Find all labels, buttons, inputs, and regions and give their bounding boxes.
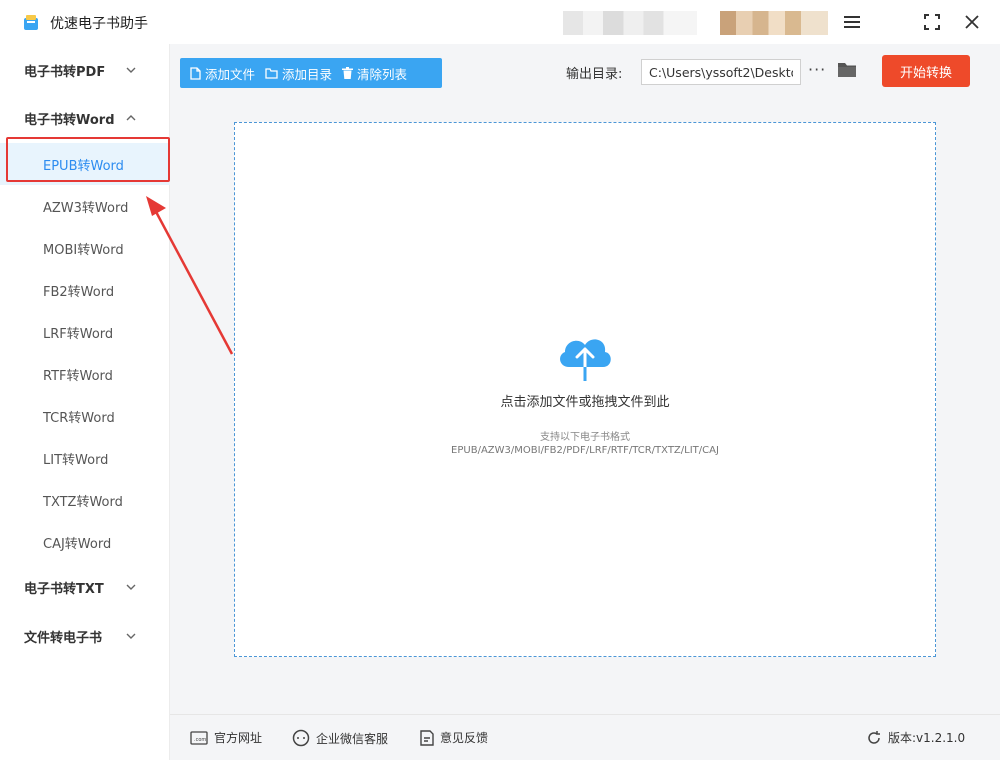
main-panel: 添加文件 添加目录 清除列表 输出目录: ··· 开始转换 点击添加文件或拖拽文… xyxy=(170,44,1000,760)
feedback-link[interactable]: 意见反馈 xyxy=(420,729,488,746)
close-icon[interactable] xyxy=(960,10,984,34)
sidebar-item-fb2-to-word[interactable]: FB2转Word xyxy=(0,269,170,311)
sidebar-item-txtz-to-word[interactable]: TXTZ转Word xyxy=(0,479,170,521)
clear-list-label: 清除列表 xyxy=(357,66,408,82)
sidebar-category-pdf[interactable]: 电子书转PDF xyxy=(0,50,170,90)
blurred-avatar[interactable] xyxy=(720,11,828,35)
chevron-down-icon xyxy=(126,584,136,590)
add-folder-label: 添加目录 xyxy=(282,66,333,82)
dropzone-sub-text: 支持以下电子书格式 xyxy=(540,432,630,443)
sidebar-category-label: 文件转电子书 xyxy=(24,630,103,646)
sidebar-category-file-to-ebook[interactable]: 文件转电子书 xyxy=(0,616,170,656)
refresh-icon xyxy=(868,730,880,744)
blurred-account-info xyxy=(563,11,697,35)
sidebar-item-label: CAJ转Word xyxy=(43,536,112,552)
sidebar-item-lrf-to-word[interactable]: LRF转Word xyxy=(0,311,170,353)
cloud-upload-icon xyxy=(560,339,611,383)
chevron-up-icon xyxy=(126,115,136,121)
sidebar-item-label: MOBI转Word xyxy=(43,242,124,258)
dropzone-formats: EPUB/AZW3/MOBI/FB2/PDF/LRF/RTF/TCR/TXTZ/… xyxy=(451,445,719,456)
sidebar-item-label: TCR转Word xyxy=(43,410,115,426)
more-icon[interactable]: ··· xyxy=(808,60,826,79)
website-label: 官方网址 xyxy=(214,731,263,745)
file-dropzone[interactable]: 点击添加文件或拖拽文件到此 支持以下电子书格式 EPUB/AZW3/MOBI/F… xyxy=(234,122,936,657)
footer: .com 官方网址 企业微信客服 意见反馈 版本:v1.2.1.0 xyxy=(170,714,1000,760)
sidebar-item-tcr-to-word[interactable]: TCR转Word xyxy=(0,395,170,437)
folder-icon[interactable] xyxy=(837,61,857,79)
sidebar-category-label: 电子书转TXT xyxy=(24,581,104,597)
start-convert-button[interactable]: 开始转换 xyxy=(882,55,970,87)
folder-outline-icon xyxy=(265,67,278,79)
dropzone-main-text: 点击添加文件或拖拽文件到此 xyxy=(500,395,670,410)
sidebar-category-word[interactable]: 电子书转Word xyxy=(0,98,170,138)
annotation-highlight-box xyxy=(6,137,170,182)
sidebar-category-label: 电子书转PDF xyxy=(24,64,106,80)
sidebar-item-azw3-to-word[interactable]: AZW3转Word xyxy=(0,185,170,227)
clear-list-button[interactable]: 清除列表 xyxy=(332,58,407,88)
app-title: 优速电子书助手 xyxy=(50,16,148,32)
sidebar-category-txt[interactable]: 电子书转TXT xyxy=(0,567,170,607)
chat-icon xyxy=(292,729,310,747)
chevron-down-icon xyxy=(126,633,136,639)
file-icon xyxy=(190,66,201,80)
chevron-down-icon xyxy=(126,67,136,73)
output-dir-label: 输出目录: xyxy=(566,67,623,82)
wechat-support-link[interactable]: 企业微信客服 xyxy=(292,729,388,747)
website-link[interactable]: .com 官方网址 xyxy=(190,729,262,746)
trash-icon xyxy=(342,67,354,79)
feedback-label: 意见反馈 xyxy=(440,731,489,745)
output-dir-input[interactable] xyxy=(641,59,801,85)
version-info[interactable]: 版本:v1.2.1.0 xyxy=(866,729,965,746)
sidebar-item-label: RTF转Word xyxy=(43,368,113,384)
sidebar-item-lit-to-word[interactable]: LIT转Word xyxy=(0,437,170,479)
sidebar-item-mobi-to-word[interactable]: MOBI转Word xyxy=(0,227,170,269)
title-bar: 优速电子书助手 xyxy=(0,0,1000,44)
menu-icon[interactable] xyxy=(840,10,864,34)
sidebar-item-label: TXTZ转Word xyxy=(43,494,123,510)
website-icon: .com xyxy=(190,730,208,745)
sidebar-item-label: LRF转Word xyxy=(43,326,114,342)
add-file-label: 添加文件 xyxy=(205,66,256,82)
sidebar-item-label: FB2转Word xyxy=(43,284,115,300)
sidebar-item-label: LIT转Word xyxy=(43,452,109,468)
wechat-support-label: 企业微信客服 xyxy=(316,731,389,746)
feedback-icon xyxy=(420,729,434,746)
maximize-icon[interactable] xyxy=(920,10,944,34)
sidebar-item-label: AZW3转Word xyxy=(43,200,129,216)
app-logo-icon xyxy=(24,15,38,30)
version-label: 版本:v1.2.1.0 xyxy=(888,731,966,745)
sidebar-item-caj-to-word[interactable]: CAJ转Word xyxy=(0,521,170,563)
add-file-button[interactable]: 添加文件 xyxy=(180,58,255,88)
sidebar-category-label: 电子书转Word xyxy=(24,112,115,128)
svg-text:.com: .com xyxy=(194,737,206,743)
file-toolbar: 添加文件 添加目录 清除列表 xyxy=(180,58,442,88)
add-folder-button[interactable]: 添加目录 xyxy=(255,58,332,88)
sidebar-item-rtf-to-word[interactable]: RTF转Word xyxy=(0,353,170,395)
